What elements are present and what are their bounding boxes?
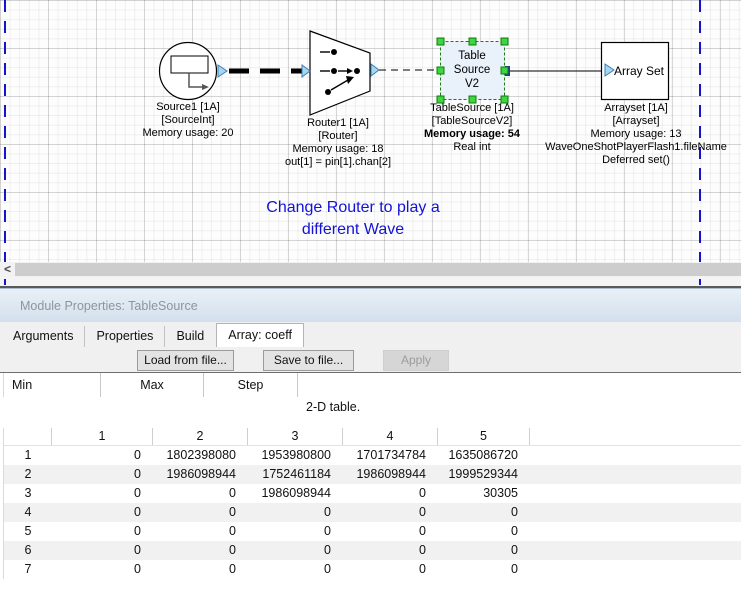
table-cell[interactable]: 0: [248, 503, 343, 522]
table-cell[interactable]: 0: [153, 541, 248, 560]
source-labels: Source1 [1A] [SourceInt] Memory usage: 2…: [142, 101, 233, 140]
panel-title: Module Properties: TableSource: [0, 289, 741, 323]
table-row: 6 0 0 0 0 0: [4, 541, 741, 560]
application-window: Table Source V2 Array Set Source1 [1A] […: [0, 0, 741, 600]
column-header-row: 1 2 3 4 5: [4, 428, 741, 446]
row-header: 6: [4, 541, 52, 560]
col-header: 4: [343, 428, 438, 445]
param-header-row: Min Max Step: [3, 373, 741, 397]
table-cell[interactable]: 0: [438, 503, 530, 522]
step-header: Step: [204, 373, 298, 397]
table-cell[interactable]: 0: [343, 503, 438, 522]
table-cell[interactable]: 0: [52, 484, 153, 503]
router-output-port: [371, 64, 379, 76]
table-cell[interactable]: 0: [52, 560, 153, 579]
row-header: 2: [4, 465, 52, 484]
tab-properties[interactable]: Properties: [85, 326, 165, 347]
table-cell[interactable]: 1802398080: [153, 446, 248, 465]
table-cell[interactable]: 1701734784: [343, 446, 438, 465]
table-cell[interactable]: 1999529344: [438, 465, 530, 484]
array-editor: Min Max Step 2-D table. 1 2 3 4 5 1 0 18…: [0, 373, 741, 600]
panel-title-bar: Module Properties: TableSource: [0, 288, 741, 323]
load-from-file-button[interactable]: Load from file...: [137, 350, 234, 371]
scrollbar-thumb[interactable]: [15, 263, 741, 276]
table-cell[interactable]: 1986098944: [248, 484, 343, 503]
tablesource-labels: TableSource [1A] [TableSourceV2] Memory …: [424, 102, 520, 154]
coeff-table: 1 2 3 4 5 1 0 1802398080 1953980800 1701…: [3, 428, 741, 579]
table-cell[interactable]: 0: [343, 560, 438, 579]
table-cell[interactable]: 0: [153, 522, 248, 541]
tab-bar: Arguments Properties Build Array: coeff: [0, 322, 741, 347]
arrayset-labels: Arrayset [1A] [Arrayset] Memory usage: 1…: [545, 102, 727, 167]
tab-array-coeff[interactable]: Array: coeff: [216, 323, 304, 347]
table-row: 1 0 1802398080 1953980800 1701734784 163…: [4, 446, 741, 465]
save-to-file-button[interactable]: Save to file...: [263, 350, 354, 371]
table-cell[interactable]: 0: [438, 541, 530, 560]
schematic-canvas[interactable]: Table Source V2 Array Set Source1 [1A] […: [0, 0, 741, 262]
min-header: Min: [4, 373, 101, 397]
canvas-panel-divider: [0, 277, 741, 288]
file-button-row: Load from file... Save to file... Apply: [0, 347, 741, 373]
table-cell[interactable]: 30305: [438, 484, 530, 503]
table-row: 5 0 0 0 0 0: [4, 522, 741, 541]
col-header: 1: [52, 428, 153, 445]
row-header: 1: [4, 446, 52, 465]
table-cell[interactable]: 0: [438, 522, 530, 541]
table-caption: 2-D table.: [0, 397, 741, 419]
table-cell[interactable]: 0: [343, 541, 438, 560]
table-cell[interactable]: 1635086720: [438, 446, 530, 465]
source-block[interactable]: [160, 43, 228, 100]
table-cell[interactable]: 0: [438, 560, 530, 579]
table-cell[interactable]: 0: [52, 541, 153, 560]
table-cell[interactable]: 1986098944: [343, 465, 438, 484]
corner-cell: [4, 428, 52, 445]
scroll-left-icon[interactable]: <: [0, 262, 15, 277]
max-header: Max: [101, 373, 204, 397]
horizontal-scrollbar[interactable]: <: [0, 262, 741, 277]
tab-build[interactable]: Build: [165, 326, 215, 347]
canvas-annotation[interactable]: Change Router to play a different Wave: [266, 197, 439, 241]
apply-button[interactable]: Apply: [383, 350, 449, 371]
table-cell[interactable]: 1752461184: [248, 465, 343, 484]
row-header: 5: [4, 522, 52, 541]
table-cell[interactable]: 0: [52, 446, 153, 465]
table-row: 7 0 0 0 0 0: [4, 560, 741, 579]
router-labels: Router1 [1A] [Router] Memory usage: 18 o…: [285, 117, 391, 169]
source-output-port: [218, 65, 227, 77]
page-boundary-tick-right: [699, 279, 701, 285]
table-cell[interactable]: 1953980800: [248, 446, 343, 465]
row-header: 4: [4, 503, 52, 522]
table-cell[interactable]: 0: [153, 560, 248, 579]
table-row: 4 0 0 0 0 0: [4, 503, 741, 522]
table-cell[interactable]: 1986098944: [153, 465, 248, 484]
col-header: 2: [153, 428, 248, 445]
page-boundary-tick-left: [4, 279, 6, 285]
table-cell[interactable]: 0: [248, 560, 343, 579]
table-cell[interactable]: 0: [52, 503, 153, 522]
row-header: 7: [4, 560, 52, 579]
router-input-port: [302, 65, 310, 77]
table-cell[interactable]: 0: [343, 522, 438, 541]
table-row: 2 0 1986098944 1752461184 1986098944 199…: [4, 465, 741, 484]
col-header: 5: [438, 428, 530, 445]
router-block[interactable]: [302, 31, 379, 115]
table-cell[interactable]: 0: [52, 522, 153, 541]
table-cell[interactable]: 0: [248, 541, 343, 560]
tablesource-body-text: Table Source V2: [454, 49, 490, 91]
table-cell[interactable]: 0: [248, 522, 343, 541]
col-header: 3: [248, 428, 343, 445]
table-cell[interactable]: 0: [343, 484, 438, 503]
table-row: 3 0 0 1986098944 0 30305: [4, 484, 741, 503]
tab-arguments[interactable]: Arguments: [2, 326, 85, 347]
table-cell[interactable]: 0: [153, 484, 248, 503]
row-header: 3: [4, 484, 52, 503]
table-cell[interactable]: 0: [52, 465, 153, 484]
table-cell[interactable]: 0: [153, 503, 248, 522]
arrayset-body-text: Array Set: [614, 64, 664, 78]
